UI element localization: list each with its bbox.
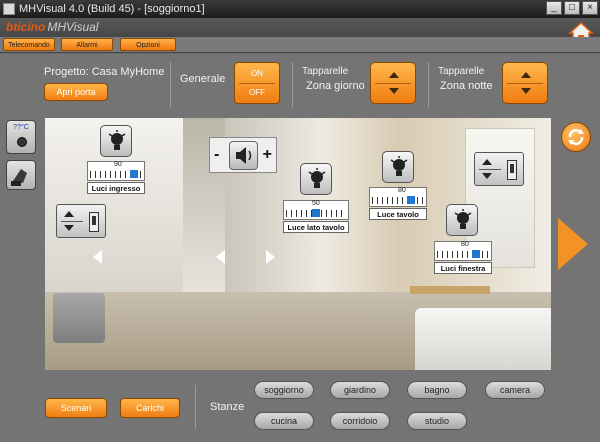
slider-value: 50 [312,200,320,207]
refresh-icon [568,129,584,145]
room-button-giardino[interactable]: giardino [330,381,390,399]
slider-knob[interactable] [129,170,138,178]
arrow-up-icon[interactable] [389,72,399,78]
slider-knob[interactable] [472,250,481,258]
carichi-button[interactable]: Carichi [120,398,180,418]
room-button-bagno[interactable]: bagno [407,381,467,399]
maximize-button[interactable]: □ [564,1,580,15]
slider-scale [372,197,424,204]
refresh-button[interactable] [561,122,591,152]
slider-scale [437,251,489,258]
arrow-down-icon[interactable] [64,225,74,231]
arrow-down-icon[interactable] [482,173,492,179]
tapparelle-giorno-subtitle: Zona giorno [306,80,365,92]
slider-knob[interactable] [312,209,320,217]
scene-sofa [415,308,551,370]
arrow-down-icon[interactable] [389,88,399,94]
divider [479,169,501,170]
light-bulb-icon[interactable] [300,163,332,195]
room-button-cucina[interactable]: cucina [254,412,314,430]
hand-icon [11,169,27,186]
arrow-up-icon[interactable] [482,159,492,165]
window-title: MHVisual 4.0 (Build 45) - [soggiorno1] [19,3,205,15]
divider [375,83,411,84]
window-controls: _ □ × [546,1,598,15]
tapparelle-notte-title: Tapparelle [438,66,485,77]
light-slider[interactable]: 80 [369,187,427,207]
speaker-icon[interactable] [229,141,258,170]
on-label[interactable]: ON [235,69,279,78]
arrow-down-icon[interactable] [521,88,531,94]
room-button-camera[interactable]: camera [485,381,545,399]
shutter-control[interactable] [474,152,524,186]
room-button-corridoio[interactable]: corridoio [330,412,390,430]
generale-label: Generale [180,73,226,85]
light-bulb-icon[interactable] [382,151,414,183]
arrow-right-icon[interactable] [266,250,275,264]
shutter-night-control[interactable] [502,62,548,104]
arrow-up-icon[interactable] [64,211,74,217]
volume-up-button[interactable]: + [263,146,272,164]
minimize-button[interactable]: _ [546,1,562,15]
tapparelle-notte-subtitle: Zona notte [440,80,493,92]
room-button-studio[interactable]: studio [407,412,467,430]
menu-bar: Telecomando Allarmi Opzioni [0,37,600,53]
switch-icon[interactable] [89,212,99,232]
volume-down-button[interactable]: - [214,146,219,164]
arrow-up-icon[interactable] [521,72,531,78]
light-label: Luci ingresso [87,182,145,194]
slider-value: 90 [114,161,122,168]
app-icon [3,3,15,15]
off-label[interactable]: OFF [235,88,279,97]
light-label: Luci finestra [434,262,492,274]
next-room-arrow-icon[interactable] [558,218,588,270]
open-door-button[interactable]: Apri porta [44,83,108,101]
light-bulb-icon[interactable] [100,125,132,157]
divider [239,83,275,84]
light-bulb-icon[interactable] [446,204,478,236]
temperature-value: ??°C [13,124,29,131]
light-slider[interactable]: 80 [434,241,492,261]
project-label: Progetto: Casa MyHome [44,66,165,78]
divider [195,385,196,429]
stanze-label: Stanze [210,401,245,413]
thermostat-icon [17,137,27,147]
slider-knob[interactable] [407,196,416,204]
brand-logo: bticino MHVisual [6,20,99,34]
tapparelle-giorno-title: Tapparelle [302,66,349,77]
divider [61,221,83,222]
scene-armchair [53,293,105,343]
generale-toggle[interactable]: ON OFF [234,62,280,104]
tab-telecomando[interactable]: Telecomando [3,38,55,51]
divider [170,62,171,108]
slider-value: 80 [461,241,469,248]
light-label: Luce tavolo [369,208,427,220]
title-bar: MHVisual 4.0 (Build 45) - [soggiorno1] _… [0,0,600,18]
shutter-control[interactable] [56,204,106,238]
tab-allarmi[interactable]: Allarmi [61,38,113,51]
scenari-button[interactable]: Scenari [45,398,107,418]
volume-control: - + [209,137,277,173]
divider [292,62,293,108]
light-label: Luce lato tavolo [283,221,349,233]
tab-opzioni[interactable]: Opzioni [120,38,176,51]
room-button-soggiorno[interactable]: soggiorno [254,381,314,399]
divider [507,83,543,84]
arrow-left-icon[interactable] [216,250,225,264]
light-slider[interactable]: 90 [87,161,145,181]
temperature-button[interactable]: ??°C [6,120,36,154]
switch-icon[interactable] [507,160,517,180]
light-slider[interactable]: 50 [283,200,349,220]
scene-table [410,286,490,294]
slider-value: 80 [398,187,406,194]
divider [428,62,429,108]
close-button[interactable]: × [582,1,598,15]
shutter-day-control[interactable] [370,62,416,104]
arrow-left-icon[interactable] [93,250,102,264]
brand-bar: bticino MHVisual [0,18,600,45]
load-button[interactable] [6,160,36,190]
